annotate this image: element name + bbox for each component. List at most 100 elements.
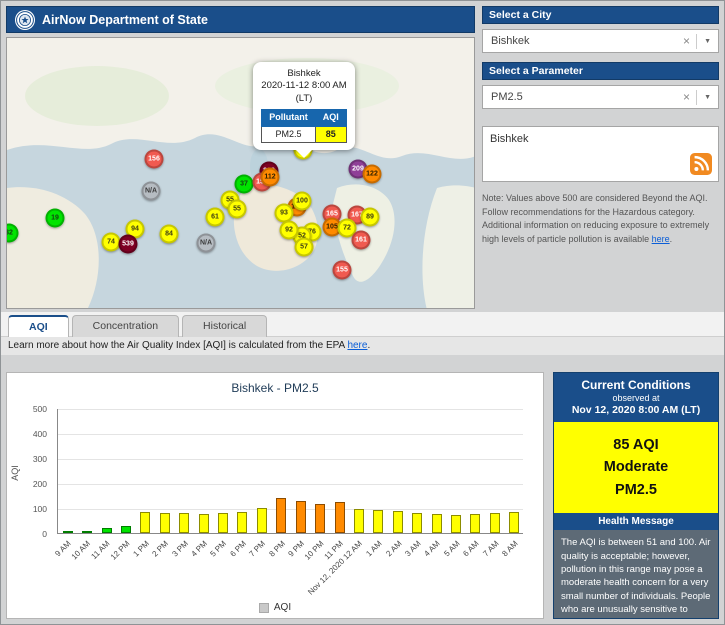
aqi-map-marker[interactable]: 37: [235, 175, 254, 194]
aqi-chart-panel: Bishkek - PM2.5 AQI 0100200300400500 9 A…: [6, 372, 544, 619]
y-axis-ticks: 0100200300400500: [7, 409, 51, 534]
aqi-map-marker[interactable]: 89: [361, 208, 380, 227]
chevron-down-icon[interactable]: ▼: [697, 94, 718, 101]
popup-pointer: [296, 150, 312, 158]
x-axis-label: 8 PM: [267, 539, 287, 559]
aqi-map-marker[interactable]: 539: [119, 235, 138, 254]
observed-at-label: observed at: [558, 393, 714, 403]
aqi-map-marker[interactable]: 84: [160, 225, 179, 244]
aqi-bar[interactable]: [509, 512, 519, 533]
rss-city-label: Bishkek: [483, 127, 718, 151]
gridline: [58, 409, 523, 410]
aqi-bar[interactable]: [432, 514, 442, 534]
aqi-bar[interactable]: [393, 511, 403, 533]
aqi-map-marker[interactable]: 93: [275, 204, 294, 223]
aqi-bar[interactable]: [470, 514, 480, 533]
gridline: [58, 434, 523, 435]
city-select-value: Bishkek: [491, 35, 677, 47]
current-conditions-header: Current Conditions observed at Nov 12, 2…: [554, 373, 718, 422]
aqi-map-marker[interactable]: 61: [206, 208, 225, 227]
aqi-map-marker[interactable]: 19: [46, 209, 65, 228]
legend-label: AQI: [274, 602, 291, 613]
clear-city-icon[interactable]: ×: [677, 34, 696, 48]
x-axis-label: 10 PM: [303, 539, 326, 562]
aqi-map[interactable]: 156863209122N/A37152112555561947453984N/…: [6, 37, 475, 309]
aqi-map-marker[interactable]: N/A: [142, 182, 161, 201]
rss-icon[interactable]: [690, 153, 712, 175]
parameter-select[interactable]: PM2.5 × ▼: [482, 85, 719, 109]
x-axis-label: 4 PM: [189, 539, 209, 559]
health-message-text: The AQI is between 51 and 100. Air quali…: [554, 530, 718, 618]
aqi-bar[interactable]: [199, 514, 209, 534]
aqi-map-marker[interactable]: 161: [352, 231, 371, 250]
aqi-bar[interactable]: [121, 526, 131, 533]
x-axis-label: 5 PM: [209, 539, 229, 559]
x-axis-label: 6 AM: [462, 539, 481, 558]
aqi-map-marker[interactable]: 32: [6, 224, 19, 243]
learn-more-strip: Learn more about how the Air Quality Ind…: [0, 337, 725, 355]
aqi-bar[interactable]: [315, 504, 325, 534]
learn-period: .: [367, 340, 370, 351]
chart-title: Bishkek - PM2.5: [7, 373, 543, 395]
aqi-value: 85 AQI: [558, 434, 714, 456]
popup-pollutant-value: PM2.5: [262, 126, 316, 143]
aqi-bar[interactable]: [82, 531, 92, 534]
aqi-bar[interactable]: [102, 528, 112, 534]
aqi-bar[interactable]: [354, 509, 364, 533]
popup-datetime: 2020-11-12 8:00 AM: [257, 80, 351, 92]
x-axis-label: 8 AM: [500, 539, 519, 558]
aqi-bar[interactable]: [490, 513, 500, 533]
aqi-map-marker[interactable]: 156: [145, 150, 164, 169]
aqi-bar[interactable]: [257, 508, 267, 533]
x-axis-label: 6 PM: [228, 539, 248, 559]
aqi-map-marker[interactable]: N/A: [197, 234, 216, 253]
aqi-bar[interactable]: [451, 515, 461, 533]
x-axis-label: 10 AM: [70, 539, 92, 561]
aqi-bar[interactable]: [373, 510, 383, 533]
aqi-map-marker[interactable]: 100: [293, 192, 312, 211]
map-markers-layer: 156863209122N/A37152112555561947453984N/…: [7, 38, 474, 308]
tab-concentration[interactable]: Concentration: [72, 315, 179, 337]
current-conditions-title: Current Conditions: [558, 378, 714, 392]
y-tick-label: 400: [33, 429, 47, 439]
chevron-down-icon[interactable]: ▼: [697, 38, 718, 45]
x-axis-label: 1 AM: [364, 539, 383, 558]
popup-col-aqi: AQI: [315, 110, 346, 127]
gridline: [58, 459, 523, 460]
health-message-header: Health Message: [554, 513, 718, 530]
aqi-category: Moderate: [558, 456, 714, 478]
aqi-bar[interactable]: [412, 513, 422, 534]
aqi-bar[interactable]: [276, 498, 286, 533]
aqi-map-marker[interactable]: 55: [228, 200, 247, 219]
aqi-bar[interactable]: [179, 513, 189, 533]
note-here-link[interactable]: here: [652, 234, 670, 244]
aqi-bar[interactable]: [160, 513, 170, 533]
aqi-map-marker[interactable]: 112: [261, 168, 280, 187]
tab-aqi[interactable]: AQI: [8, 315, 69, 337]
aqi-bar[interactable]: [296, 501, 306, 534]
select-city-header: Select a City: [482, 6, 719, 24]
x-axis-label: 12 PM: [109, 539, 132, 562]
aqi-pollutant: PM2.5: [558, 479, 714, 501]
aqi-bar[interactable]: [63, 531, 73, 533]
tab-bar: AQI Concentration Historical: [8, 315, 270, 337]
aqi-bar[interactable]: [218, 513, 228, 533]
aqi-map-marker[interactable]: 155: [333, 261, 352, 280]
aqi-bar[interactable]: [335, 502, 345, 533]
aqi-map-marker[interactable]: 122: [363, 165, 382, 184]
aqi-map-marker[interactable]: 92: [280, 221, 299, 240]
clear-parameter-icon[interactable]: ×: [677, 90, 696, 104]
learn-here-link[interactable]: here: [347, 340, 367, 351]
tab-historical[interactable]: Historical: [182, 315, 267, 337]
city-select[interactable]: Bishkek × ▼: [482, 29, 719, 53]
popup-city: Bishkek: [257, 68, 351, 80]
x-axis-label: 7 PM: [248, 539, 268, 559]
x-axis-label: 2 PM: [151, 539, 171, 559]
popup-timezone: (LT): [257, 93, 351, 105]
chart-legend[interactable]: AQI: [7, 602, 543, 613]
aqi-bar[interactable]: [237, 512, 247, 533]
aqi-map-marker[interactable]: 57: [295, 238, 314, 257]
y-tick-label: 500: [33, 404, 47, 414]
state-department-seal-icon: [15, 10, 35, 30]
aqi-bar[interactable]: [140, 512, 150, 533]
